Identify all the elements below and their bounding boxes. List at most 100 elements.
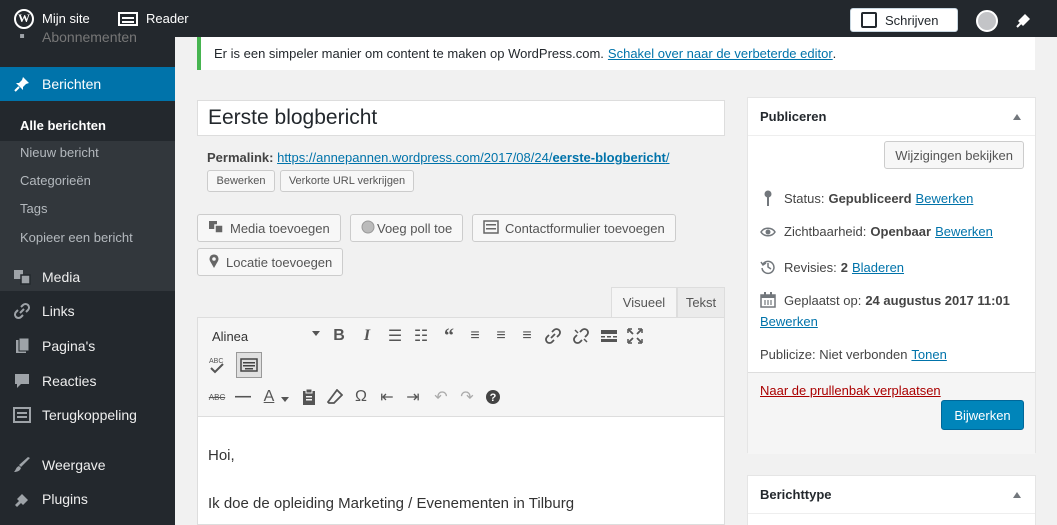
bullet-list-button[interactable]: ☰ [384,325,406,347]
location-pin-icon [208,253,220,271]
sidebar-item-appearance[interactable]: Weergave [0,448,175,482]
pin-icon [12,75,32,93]
edit-visibility-link[interactable]: Bewerken [935,224,993,239]
bold-button[interactable]: B [328,325,350,347]
eye-icon [760,226,776,238]
chevron-down-icon [312,331,320,336]
add-contact-form-button[interactable]: Contactformulier toevoegen [472,214,676,242]
content-paragraph: Hoi, [208,447,235,464]
notifications-icon[interactable] [1016,12,1032,28]
pin-icon [760,190,776,206]
sidebar-sub-tags[interactable]: Tags [0,194,175,222]
editor-tabs: Visueel Tekst [197,287,725,317]
visibility-row: Zichtbaarheid: Openbaar Bewerken [760,224,993,239]
published-date-row: Geplaatst op: 24 augustus 2017 11:01 [760,292,1010,308]
show-publicize-link[interactable]: Tonen [911,347,946,362]
sidebar-item-subscriptions[interactable]: ▪ Abonnementen [0,27,175,47]
publish-box: Publiceren Wijzigingen bekijken Status: … [747,97,1036,454]
undo-button[interactable]: ↶ [430,386,452,408]
post-content-editor[interactable]: Hoi, Ik doe de opleiding Marketing / Eve… [197,417,725,525]
sidebar-item-plugins[interactable]: Plugins [0,482,175,516]
editor-toolbar: Alinea B I ☰ ☷ “ ≡ ≡ ≡ ABC ABC — A Ω ⇤ ⇥… [197,317,725,417]
collapse-toggle-icon[interactable] [1013,492,1021,498]
post-type-box-title[interactable]: Berichttype [748,476,1035,514]
media-icon [208,220,224,237]
poll-icon [361,220,375,237]
plugin-icon [12,490,32,508]
wordpress-logo-icon: W [14,8,34,29]
redo-button[interactable]: ↷ [456,386,478,408]
calendar-icon [760,292,776,308]
indent-button[interactable]: ⇥ [402,386,424,408]
reader-icon [118,11,138,26]
update-button[interactable]: Bijwerken [941,400,1024,430]
fullscreen-button[interactable] [624,325,646,347]
align-center-button[interactable]: ≡ [490,325,512,347]
sidebar-sub-categories[interactable]: Categorieën [0,166,175,194]
media-icon [12,268,32,286]
sidebar-item-media[interactable]: Media [0,260,175,294]
link-icon [12,302,32,320]
link-button[interactable] [542,325,564,347]
post-title-input[interactable]: Eerste blogbericht [197,100,725,136]
svg-text:ABC: ABC [209,358,223,365]
sidebar-item-links[interactable]: Links [0,294,175,328]
sidebar-sub-all-posts[interactable]: Alle berichten [0,111,175,139]
keyboard-toggle-button[interactable] [236,352,262,378]
published-date-edit-row: Bewerken [760,314,818,329]
align-left-button[interactable]: ≡ [464,325,486,347]
browse-revisions-link[interactable]: Bladeren [852,260,904,275]
align-right-button[interactable]: ≡ [516,325,538,347]
collapse-toggle-icon[interactable] [1013,114,1021,120]
reader-label: Reader [146,11,189,26]
feedback-icon [12,406,32,424]
read-more-button[interactable] [598,325,620,347]
add-location-button[interactable]: Locatie toevoegen [197,248,344,276]
add-media-button[interactable]: Media toevoegen [197,214,341,242]
tab-visual[interactable]: Visueel [611,287,677,317]
spellcheck-button[interactable]: ABC [206,354,228,376]
sidebar-sub-copy-post[interactable]: Kopieer een bericht [0,223,175,251]
publish-box-title[interactable]: Publiceren [748,98,1035,136]
strikethrough-button[interactable]: ABC [206,386,228,408]
edit-status-link[interactable]: Bewerken [916,191,974,206]
sidebar-item-feedback[interactable]: Terugkoppeling [0,398,175,432]
outdent-button[interactable]: ⇤ [376,386,398,408]
status-row: Status: Gepubliceerd Bewerken [760,190,973,206]
admin-sidebar: ▪ Abonnementen Berichten Alle berichten … [0,28,175,525]
format-select[interactable]: Alinea [206,324,324,348]
history-icon [760,259,776,275]
avatar[interactable] [976,10,998,32]
svg-text:?: ? [490,392,497,404]
tab-text[interactable]: Tekst [677,287,725,317]
permalink-row: Permalink: https://annepannen.wordpress.… [207,150,670,165]
switch-editor-link[interactable]: Schakel over naar de verbeterde editor [608,46,833,61]
comment-icon [12,372,32,390]
text-color-button[interactable]: A [258,386,280,408]
numbered-list-button[interactable]: ☷ [410,325,432,347]
my-site-label: Mijn site [42,11,90,26]
horizontal-line-button[interactable]: — [232,386,254,408]
special-character-button[interactable]: Ω [350,386,372,408]
paste-text-button[interactable] [298,386,320,408]
add-poll-button[interactable]: Voeg poll toe [350,214,464,242]
sidebar-sub-new-post[interactable]: Nieuw bericht [0,138,175,166]
preview-changes-button[interactable]: Wijzigingen bekijken [884,141,1024,169]
help-button[interactable]: ? [482,386,504,408]
chevron-down-icon[interactable] [280,388,290,410]
pages-icon [12,337,32,355]
notice-text: Er is een simpeler manier om content te … [214,46,604,61]
move-to-trash-link[interactable]: Naar de prullenbak verplaatsen [760,383,941,398]
permalink-link[interactable]: https://annepannen.wordpress.com/2017/08… [277,150,669,165]
italic-button[interactable]: I [356,325,378,347]
clear-formatting-button[interactable] [324,386,346,408]
write-button[interactable]: Schrijven [850,8,958,32]
sidebar-item-comments[interactable]: Reacties [0,364,175,398]
get-shortlink-button[interactable]: Verkorte URL verkrijgen [280,170,414,192]
sidebar-item-pages[interactable]: Pagina's [0,329,175,363]
edit-date-link[interactable]: Bewerken [760,314,818,329]
edit-permalink-button[interactable]: Bewerken [207,170,275,192]
blockquote-button[interactable]: “ [438,325,460,347]
sidebar-item-posts[interactable]: Berichten [0,67,175,101]
unlink-button[interactable] [570,325,592,347]
